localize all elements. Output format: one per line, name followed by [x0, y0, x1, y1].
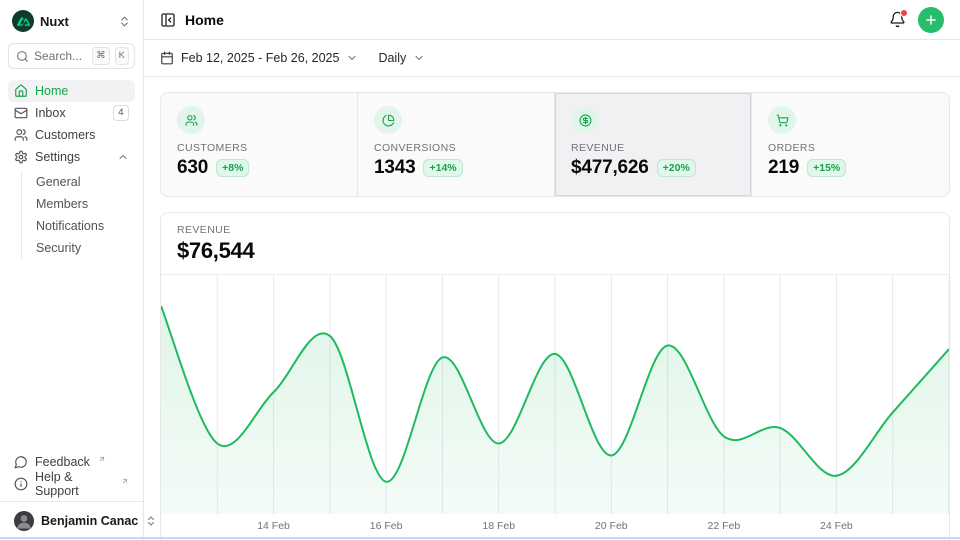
sidebar-item-customers[interactable]: Customers	[8, 124, 135, 146]
users-icon	[14, 128, 28, 142]
search-field[interactable]	[34, 49, 87, 63]
users-icon	[177, 106, 205, 134]
date-range-picker[interactable]: Feb 12, 2025 - Feb 26, 2025	[160, 51, 358, 65]
inbox-count-badge: 4	[113, 105, 129, 122]
top-bar: Home	[144, 0, 960, 40]
chart-pie-icon	[374, 106, 402, 134]
user-name: Benjamin Canac	[41, 514, 138, 528]
sidebar-item-label: Customers	[35, 128, 95, 142]
stat-delta-badge: +15%	[807, 159, 846, 177]
avatar	[14, 511, 34, 531]
bottom-edge-strip	[0, 537, 960, 539]
sidebar-nav: Home Inbox 4 Customers Settings Ge	[8, 80, 135, 261]
stat-delta-badge: +14%	[423, 159, 462, 177]
sidebar-item-notifications[interactable]: Notifications	[36, 215, 135, 237]
sidebar-footer-links: Feedback Help & Support	[8, 451, 135, 501]
stat-label: REVENUE	[571, 142, 735, 154]
stat-value: 630	[177, 157, 208, 179]
sidebar-item-inbox[interactable]: Inbox 4	[8, 102, 135, 124]
sidebar-item-label: Settings	[35, 150, 80, 164]
gear-icon	[14, 150, 28, 164]
sidebar-item-home[interactable]: Home	[8, 80, 135, 102]
notifications-button[interactable]	[889, 11, 906, 28]
sidebar-item-general[interactable]: General	[36, 171, 135, 193]
footer-link-label: Help & Support	[35, 470, 113, 498]
x-axis-tick: 16 Feb	[370, 520, 403, 532]
notification-dot	[900, 9, 908, 17]
stat-label: ORDERS	[768, 142, 933, 154]
footer-link-label: Feedback	[35, 455, 90, 469]
message-circle-icon	[14, 455, 28, 469]
top-bar-actions	[889, 7, 944, 33]
external-link-icon	[121, 477, 129, 485]
chart-title: REVENUE	[177, 224, 933, 236]
stat-label: CONVERSIONS	[374, 142, 538, 154]
sidebar-item-label: Inbox	[35, 106, 66, 120]
stat-card-revenue[interactable]: REVENUE $477,626 +20%	[555, 93, 752, 196]
chart-header: REVENUE $76,544	[161, 213, 949, 274]
stat-card-customers[interactable]: CUSTOMERS 630 +8%	[161, 93, 358, 196]
info-icon	[14, 477, 28, 491]
area-chart-svg	[161, 275, 949, 514]
home-icon	[14, 84, 28, 98]
sidebar-item-label: Home	[35, 84, 68, 98]
period-label: Daily	[378, 51, 406, 65]
chevrons-up-down-icon	[118, 15, 131, 28]
stat-card-conversions[interactable]: CONVERSIONS 1343 +14%	[358, 93, 555, 196]
search-input[interactable]: ⌘ K	[8, 43, 135, 69]
sidebar-item-security[interactable]: Security	[36, 237, 135, 259]
nuxt-logo-icon	[12, 10, 34, 32]
stat-value: $477,626	[571, 157, 649, 179]
sidebar-item-settings[interactable]: Settings	[8, 146, 135, 168]
x-axis-tick: 24 Feb	[820, 520, 853, 532]
x-axis-tick: 18 Feb	[482, 520, 515, 532]
x-axis-tick: 20 Feb	[595, 520, 628, 532]
stat-card-orders[interactable]: ORDERS 219 +15%	[752, 93, 949, 196]
stat-value: 1343	[374, 157, 415, 179]
revenue-area-chart[interactable]	[161, 274, 949, 514]
mail-icon	[14, 106, 28, 120]
shopping-cart-icon	[768, 106, 796, 134]
page-content: CUSTOMERS 630 +8% CONVERSIONS 1343 +14%	[144, 77, 960, 540]
chevron-up-icon	[117, 151, 129, 163]
sidebar-item-members[interactable]: Members	[36, 193, 135, 215]
workspace-switcher[interactable]: Nuxt	[8, 10, 135, 43]
workspace-name: Nuxt	[40, 14, 69, 29]
settings-submenu: General Members Notifications Security	[21, 171, 135, 259]
circle-dollar-icon	[571, 106, 599, 134]
stat-delta-badge: +20%	[657, 159, 696, 177]
sidebar: Nuxt ⌘ K Home Inbox 4	[0, 0, 144, 540]
main-area: Home Feb 12, 2025 - Feb 26, 2025 Daily	[144, 0, 960, 540]
revenue-chart-card: REVENUE $76,544 14 Feb 16 Feb 18 Feb 20 Feb…	[160, 212, 950, 540]
plus-icon	[924, 13, 938, 27]
external-link-icon	[98, 455, 106, 463]
user-menu[interactable]: Benjamin Canac	[8, 502, 135, 540]
stat-value: 219	[768, 157, 799, 179]
date-range-label: Feb 12, 2025 - Feb 26, 2025	[181, 51, 339, 65]
sidebar-spacer	[8, 261, 135, 451]
stats-row: CUSTOMERS 630 +8% CONVERSIONS 1343 +14%	[160, 92, 950, 197]
kbd-meta: ⌘	[92, 47, 110, 65]
chevron-down-icon	[346, 52, 358, 64]
help-support-link[interactable]: Help & Support	[8, 473, 135, 495]
add-button[interactable]	[918, 7, 944, 33]
chevron-down-icon	[413, 52, 425, 64]
kbd-k: K	[115, 47, 129, 65]
filters-toolbar: Feb 12, 2025 - Feb 26, 2025 Daily	[144, 40, 960, 77]
x-axis-tick: 22 Feb	[707, 520, 740, 532]
page-title: Home	[185, 12, 224, 28]
period-select[interactable]: Daily	[378, 51, 425, 65]
x-axis-tick: 14 Feb	[257, 520, 290, 532]
search-icon	[16, 50, 29, 63]
collapse-sidebar-icon[interactable]	[160, 12, 176, 28]
stat-delta-badge: +8%	[216, 159, 249, 177]
chart-total-value: $76,544	[177, 238, 933, 264]
stat-label: CUSTOMERS	[177, 142, 341, 154]
calendar-icon	[160, 51, 174, 65]
